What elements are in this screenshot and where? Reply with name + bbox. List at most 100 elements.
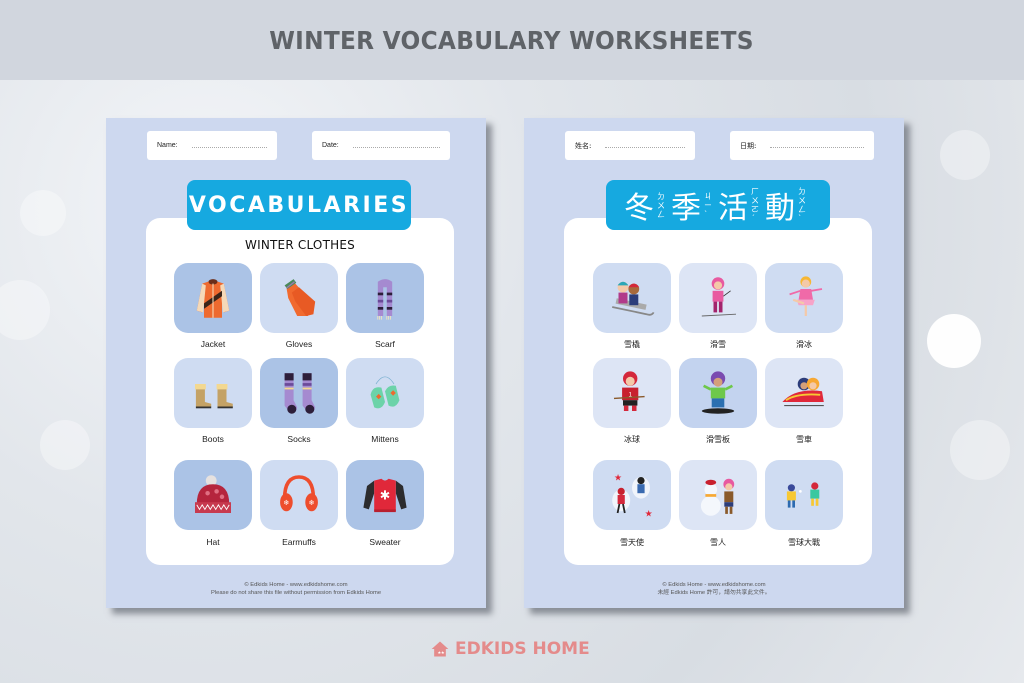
tile-label: Hat xyxy=(206,537,220,547)
date-input-line xyxy=(352,146,440,148)
sheet-footer: © Edkids Home - www.edkidshome.com Pleas… xyxy=(106,581,486,597)
brand-logo[interactable]: ★ ★ EDKIDS HOME xyxy=(430,639,590,659)
tile-label: Gloves xyxy=(285,339,313,349)
svg-text:✱: ✱ xyxy=(380,489,391,503)
worksheet-title: VOCABULARIES xyxy=(187,180,411,230)
title-zhuyin: ㄉㄨㄥ xyxy=(657,191,665,219)
name-label: Name: xyxy=(157,142,178,149)
tile-label: Sweater xyxy=(369,537,401,547)
mittens-icon xyxy=(370,376,400,409)
title-char: 動 xyxy=(765,191,795,226)
house-icon: ★ ★ xyxy=(431,641,449,657)
svg-text:★: ★ xyxy=(441,650,445,655)
boots-icon xyxy=(195,384,233,409)
tile-mittens xyxy=(346,358,424,428)
page-header: WINTER VOCABULARY WORKSHEETS xyxy=(0,0,1024,80)
tile-sweater: ✱ xyxy=(346,460,424,530)
copyright-text: © Edkids Home - www.edkidshome.com xyxy=(244,582,348,588)
snowball-fight-icon xyxy=(786,482,820,508)
bokeh-decoration xyxy=(927,314,981,368)
tile-label: 滑雪 xyxy=(710,340,726,349)
svg-text:★: ★ xyxy=(614,473,622,483)
tile-snowman xyxy=(679,460,757,530)
svg-text:★: ★ xyxy=(645,509,653,519)
bokeh-decoration xyxy=(940,130,990,180)
page-title: WINTER VOCABULARY WORKSHEETS xyxy=(269,25,755,55)
tile-earmuffs: ❄ ❄ xyxy=(260,460,338,530)
hat-icon xyxy=(195,475,231,513)
tile-label: Mittens xyxy=(371,434,399,444)
ice-skating-icon xyxy=(789,276,823,316)
snowman-icon xyxy=(700,478,735,516)
title-zhuyin: ㄉㄨㄥˋ xyxy=(798,187,806,223)
bokeh-decoration xyxy=(0,280,50,340)
tile-bobsled xyxy=(765,358,843,428)
earmuffs-icon: ❄ ❄ xyxy=(280,475,318,512)
date-field[interactable]: Date: xyxy=(312,131,450,160)
bokeh-decoration xyxy=(950,420,1010,480)
tile-label: 雪球大戰 xyxy=(788,538,820,547)
svg-text:❄: ❄ xyxy=(309,498,315,507)
title-zhuyin: ㄐㄧˋ xyxy=(704,191,712,219)
jacket-icon xyxy=(196,279,230,318)
tile-sledding xyxy=(593,263,671,333)
title-char: 冬 xyxy=(624,191,654,226)
snowboarding-icon xyxy=(701,371,735,414)
bobsled-icon xyxy=(782,377,824,407)
tile-scarf xyxy=(346,263,424,333)
tile-label: 雪天使 xyxy=(620,538,644,547)
tile-label: 雪車 xyxy=(796,435,812,444)
ice-hockey-icon: 1 xyxy=(613,371,645,411)
tile-label: 雪人 xyxy=(710,538,726,547)
tile-label: Socks xyxy=(287,434,311,444)
tile-ice-skating xyxy=(765,263,843,333)
snow-angel-icon: ★ ★ xyxy=(612,473,653,519)
title-zhuyin: ㄏㄨㄛˊ xyxy=(751,187,759,223)
tile-snowball-fight xyxy=(765,460,843,530)
date-label: Date: xyxy=(322,142,339,149)
copyright-text: © Edkids Home - www.edkidshome.com xyxy=(662,582,766,588)
tile-snow-angel: ★ ★ xyxy=(593,460,671,530)
tile-snowboarding xyxy=(679,358,757,428)
tile-label: 雪橇 xyxy=(624,340,640,349)
tile-gloves xyxy=(260,263,338,333)
category-subtitle: WINTER CLOTHES xyxy=(245,238,355,252)
scarf-icon xyxy=(377,279,393,320)
sweater-icon: ✱ xyxy=(363,478,407,513)
bokeh-decoration xyxy=(40,420,90,470)
title-char: 活 xyxy=(718,191,748,226)
name-input-line xyxy=(605,146,685,148)
permission-notice: Please do not share this file without pe… xyxy=(210,590,382,596)
date-label: 日期: xyxy=(740,141,757,150)
tile-label: Scarf xyxy=(375,339,395,349)
tile-socks xyxy=(260,358,338,428)
name-input-line xyxy=(191,146,267,148)
date-field[interactable]: 日期: xyxy=(730,131,874,160)
worksheet-title: 冬ㄉㄨㄥ 季ㄐㄧˋ 活ㄏㄨㄛˊ 動ㄉㄨㄥˋ xyxy=(606,180,830,230)
name-field[interactable]: 姓名: xyxy=(565,131,695,160)
title-char: 季 xyxy=(671,191,701,226)
sledding-icon xyxy=(612,281,655,316)
svg-text:❄: ❄ xyxy=(283,498,289,507)
tile-skiing xyxy=(679,263,757,333)
name-label: 姓名: xyxy=(575,141,592,150)
tile-label: 冰球 xyxy=(624,435,640,444)
bokeh-decoration xyxy=(20,190,66,236)
tile-label: 滑冰 xyxy=(796,340,812,349)
tile-label: 滑雪板 xyxy=(706,435,730,444)
socks-icon xyxy=(284,373,316,414)
permission-notice: 未經 Edkids Home 許可，請勿共享此文件。 xyxy=(657,590,771,596)
worksheet-chinese: 姓名: 日期: 冬ㄉㄨㄥ 季ㄐㄧˋ 活ㄏㄨㄛˊ 動ㄉㄨㄥˋ 雪橇 滑雪 滑冰 1… xyxy=(524,118,904,608)
name-field[interactable]: Name: xyxy=(147,131,277,160)
brand-name: EDKIDS HOME xyxy=(455,639,590,659)
tile-label: Jacket xyxy=(200,339,226,349)
tile-label: Earmuffs xyxy=(282,537,316,547)
tile-hat xyxy=(174,460,252,530)
gloves-icon xyxy=(284,279,316,316)
tile-jacket xyxy=(174,263,252,333)
tile-ice-hockey: 1 xyxy=(593,358,671,428)
tile-boots xyxy=(174,358,252,428)
date-input-line xyxy=(770,146,864,148)
worksheet-english: Name: Date: VOCABULARIES WINTER CLOTHES … xyxy=(106,118,486,608)
sheet-footer: © Edkids Home - www.edkidshome.com 未經 Ed… xyxy=(524,581,904,597)
